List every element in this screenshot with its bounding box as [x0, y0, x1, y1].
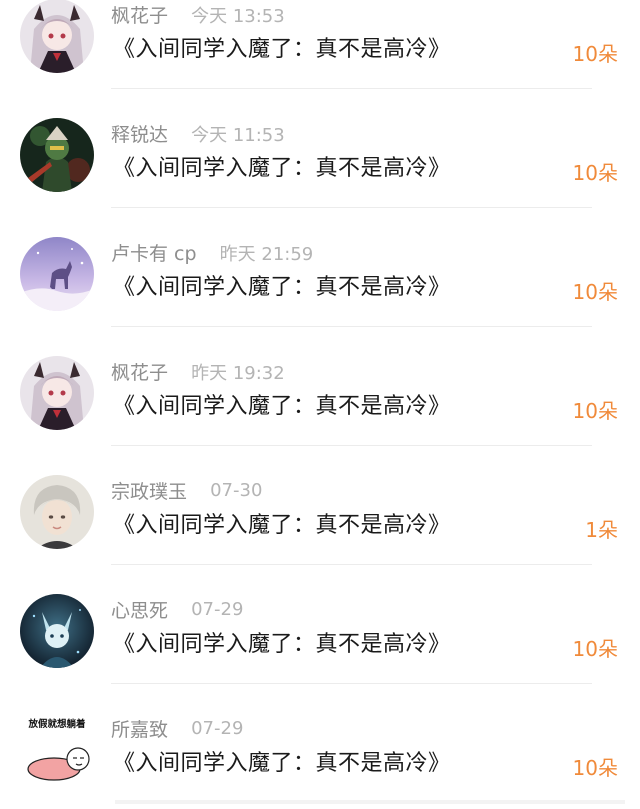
book-title[interactable]: 《入间同学入魔了：真不是高冷》: [113, 507, 451, 539]
gift-count: 10朵: [572, 161, 618, 185]
timestamp: 07-29: [191, 599, 244, 620]
timestamp: 07-29: [191, 718, 244, 739]
gift-count: 10朵: [572, 399, 618, 423]
gift-count: 1朵: [585, 518, 618, 542]
row-meta: 心思死 07-29: [111, 596, 243, 624]
timestamp: 今天 11:53: [191, 124, 285, 146]
row-meta: 枫花子 昨天 19:32: [111, 358, 285, 386]
anime-girl-avatar-icon[interactable]: [20, 0, 94, 73]
fox-avatar-icon[interactable]: [20, 594, 94, 668]
list-item[interactable]: 卢卡有 cp 昨天 21:59 《入间同学入魔了：真不是高冷》 10朵: [0, 208, 640, 327]
timestamp: 07-30: [210, 480, 263, 501]
gift-count: 10朵: [572, 280, 618, 304]
gift-count: 10朵: [572, 637, 618, 661]
gift-count: 10朵: [572, 42, 618, 66]
user-name[interactable]: 宗政璞玉: [111, 477, 187, 504]
user-name[interactable]: 释锐达: [111, 120, 168, 147]
timestamp: 昨天 21:59: [219, 243, 314, 265]
list-item[interactable]: 枫花子 今天 13:53 《入间同学入魔了：真不是高冷》 10朵: [0, 0, 640, 89]
green-warrior-avatar-icon[interactable]: [20, 118, 94, 192]
list-item[interactable]: 宗政璞玉 07-30 《入间同学入魔了：真不是高冷》 1朵: [0, 446, 640, 565]
user-name[interactable]: 卢卡有 cp: [111, 239, 197, 266]
row-meta: 释锐达 今天 11:53: [111, 120, 285, 148]
book-title[interactable]: 《入间同学入魔了：真不是高冷》: [113, 626, 451, 658]
user-name[interactable]: 枫花子: [111, 358, 168, 385]
user-name[interactable]: 所嘉致: [111, 715, 168, 742]
list-item[interactable]: 枫花子 昨天 19:32 《入间同学入魔了：真不是高冷》 10朵: [0, 327, 640, 446]
silver-hair-avatar-icon[interactable]: [20, 475, 94, 549]
book-title[interactable]: 《入间同学入魔了：真不是高冷》: [113, 745, 451, 777]
row-meta: 宗政璞玉 07-30: [111, 477, 262, 505]
book-title[interactable]: 《入间同学入魔了：真不是高冷》: [113, 269, 451, 301]
timestamp: 今天 13:53: [191, 5, 285, 27]
user-name[interactable]: 心思死: [111, 596, 168, 623]
list-item[interactable]: 释锐达 今天 11:53 《入间同学入魔了：真不是高冷》 10朵: [0, 89, 640, 208]
user-name[interactable]: 枫花子: [111, 1, 168, 28]
lying-down-sticker-icon[interactable]: 放假就想躺着: [20, 713, 94, 787]
timestamp: 昨天 19:32: [191, 362, 285, 384]
book-title[interactable]: 《入间同学入魔了：真不是高冷》: [113, 31, 451, 63]
book-title[interactable]: 《入间同学入魔了：真不是高冷》: [113, 150, 451, 182]
list-item[interactable]: 心思死 07-29 《入间同学入魔了：真不是高冷》 10朵: [0, 565, 640, 684]
row-meta: 卢卡有 cp 昨天 21:59: [111, 239, 313, 267]
gift-record-list: 枫花子 今天 13:53 《入间同学入魔了：真不是高冷》 10朵 释锐达 今天 …: [0, 0, 640, 803]
unicorn-avatar-icon[interactable]: [20, 237, 94, 311]
book-title[interactable]: 《入间同学入魔了：真不是高冷》: [113, 388, 451, 420]
list-item[interactable]: 放假就想躺着 所嘉致 07-29 《入间同学入魔了：真不是高冷》 10朵: [0, 684, 640, 803]
row-meta: 枫花子 今天 13:53: [111, 1, 285, 29]
row-meta: 所嘉致 07-29: [111, 715, 243, 743]
gift-count: 10朵: [572, 756, 618, 780]
bottom-divider: [115, 800, 625, 804]
sticker-caption: 放假就想躺着: [27, 718, 86, 730]
anime-girl-avatar-icon[interactable]: [20, 356, 94, 430]
